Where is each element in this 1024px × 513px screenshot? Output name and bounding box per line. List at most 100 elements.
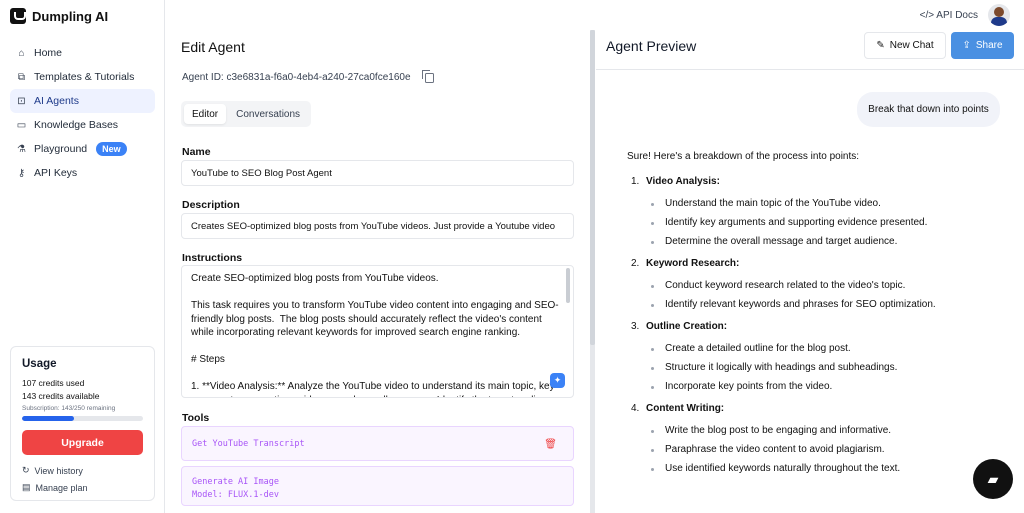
name-label: Name [182, 146, 211, 158]
usage-card: Usage 107 credits used 143 credits avail… [10, 346, 155, 501]
sidebar-item-label: Playground [34, 143, 88, 155]
instructions-line: Create SEO-optimized blog posts from You… [191, 273, 439, 284]
tab-editor[interactable]: Editor [184, 104, 227, 124]
bot-icon: ⊡ [17, 95, 26, 107]
brand-name: Dumpling AI [32, 8, 109, 24]
brand[interactable]: Dumpling AI [10, 8, 108, 24]
manage-plan-label: Manage plan [35, 482, 88, 493]
share-button[interactable]: ⇪ Share [951, 32, 1014, 59]
sidebar-item-knowledge-bases[interactable]: ▭ Knowledge Bases [10, 113, 155, 137]
manage-plan-link[interactable]: ▤ Manage plan [22, 482, 143, 493]
credits-used: 107 credits used [22, 378, 85, 388]
home-icon: ⌂ [18, 47, 25, 59]
tool-card[interactable]: Get YouTube Transcript 🗑 [181, 426, 574, 461]
tab-conversations[interactable]: Conversations [228, 104, 308, 124]
step-title: Outline Creation: [646, 321, 728, 332]
share-icon: ⇪ [962, 40, 971, 51]
share-label: Share [975, 40, 1003, 51]
agent-id: Agent ID: c3e6831a-f6a0-4eb4-a240-27ca0f… [182, 72, 411, 83]
history-icon: ↻ [22, 465, 30, 475]
bullet-point: Conduct keyword research related to the … [651, 280, 1007, 291]
bullet-point: Write the blog post to be engaging and i… [651, 425, 1007, 436]
assistant-message: Sure! Here's a breakdown of the process … [627, 151, 1007, 485]
edit-icon: ✎ [876, 40, 885, 51]
flask-icon: ⚗ [17, 143, 26, 155]
sidebar-item-label: AI Agents [34, 95, 79, 107]
bullet-point: Incorporate key points from the video. [651, 381, 1007, 392]
step-title: Keyword Research: [646, 258, 740, 269]
view-history-label: View history [34, 465, 83, 476]
copy-icon[interactable] [421, 69, 434, 83]
step-number: 2. [631, 258, 640, 269]
instructions-line [191, 340, 564, 354]
step-number: 1. [631, 176, 640, 187]
list-item: 1. Video Analysis: Understand the main to… [627, 176, 1007, 247]
instructions-line [191, 286, 564, 300]
sidebar-item-label: Knowledge Bases [34, 119, 119, 131]
resize-grip[interactable] [590, 30, 595, 345]
instructions-line: # Steps [191, 354, 225, 365]
name-field[interactable]: YouTube to SEO Blog Post Agent [181, 160, 574, 186]
new-badge: New [96, 142, 127, 156]
sidebar-item-api-keys[interactable]: ⚷ API Keys [10, 161, 155, 185]
key-icon: ⚷ [17, 167, 26, 179]
preview-title: Agent Preview [606, 38, 697, 54]
bullet-point: Paraphrase the video content to avoid pl… [651, 444, 1007, 455]
view-history-link[interactable]: ↻ View history [22, 465, 143, 476]
bullet-point: Use identified keywords naturally throug… [651, 463, 1007, 474]
preview-header: Agent Preview ✎ New Chat ⇪ Share [596, 30, 1024, 70]
instructions-line: This task requires you to transform YouT… [191, 300, 559, 338]
chat-icon: ▰ [987, 470, 999, 487]
avatar[interactable] [988, 4, 1010, 26]
edit-agent-panel: Edit Agent Agent ID: c3e6831a-f6a0-4eb4-… [166, 0, 590, 513]
editor-tabs: Editor Conversations [181, 101, 312, 127]
book-icon: ▭ [16, 119, 27, 131]
new-chat-button[interactable]: ✎ New Chat [864, 32, 946, 59]
tool-detail: Model: FLUX.1-dev [192, 490, 279, 500]
chat-widget-button[interactable]: ▰ [973, 459, 1013, 499]
copy-icon: ⧉ [17, 71, 26, 83]
bullet-point: Create a detailed outline for the blog p… [651, 343, 1007, 354]
sidebar-item-label: Templates & Tutorials [34, 71, 135, 83]
usage-title: Usage [22, 358, 57, 370]
textarea-scrollbar[interactable] [566, 268, 570, 303]
subscription-remaining: Subscription: 143/250 remaining [22, 405, 116, 412]
top-right-bar: </> API Docs [920, 4, 1010, 26]
sparkle-icon[interactable]: ✦ [550, 373, 565, 388]
sidebar-nav: ⌂ Home ⧉ Templates & Tutorials ⊡ AI Agen… [10, 41, 155, 185]
instructions-line [191, 367, 564, 381]
sidebar: Dumpling AI ⌂ Home ⧉ Templates & Tutoria… [0, 0, 165, 513]
dumpling-logo-icon [10, 8, 26, 24]
user-message: Break that down into points [857, 92, 1000, 127]
tool-name: Generate AI Image [192, 477, 279, 487]
instructions-textarea[interactable]: Create SEO-optimized blog posts from You… [181, 265, 574, 398]
bullet-point: Structure it logically with headings and… [651, 362, 1007, 373]
api-docs-link[interactable]: </> API Docs [920, 10, 978, 21]
sidebar-item-home[interactable]: ⌂ Home [10, 41, 155, 65]
tool-card[interactable]: Generate AI Image Model: FLUX.1-dev [181, 466, 574, 506]
tools-label: Tools [182, 412, 210, 424]
bullet-point: Identify relevant keywords and phrases f… [651, 299, 1007, 310]
agent-id-row: Agent ID: c3e6831a-f6a0-4eb4-a240-27ca0f… [182, 69, 434, 83]
description-label: Description [182, 199, 240, 211]
bullet-point: Identify key arguments and supporting ev… [651, 217, 1007, 228]
list-item: 2. Keyword Research: Conduct keyword rese… [627, 258, 1007, 310]
list-item: 3. Outline Creation: Create a detailed ou… [627, 321, 1007, 392]
step-title: Content Writing: [646, 403, 725, 414]
upgrade-button[interactable]: Upgrade [22, 430, 143, 455]
new-chat-label: New Chat [889, 40, 934, 51]
sidebar-item-ai-agents[interactable]: ⊡ AI Agents [10, 89, 155, 113]
bullet-point: Determine the overall message and target… [651, 236, 1007, 247]
sidebar-item-templates[interactable]: ⧉ Templates & Tutorials [10, 65, 155, 89]
sidebar-item-playground[interactable]: ⚗ Playground New [10, 137, 155, 161]
answer-intro: Sure! Here's a breakdown of the process … [627, 151, 860, 162]
step-number: 4. [631, 403, 640, 414]
panel-resize-handle[interactable] [590, 30, 595, 513]
sidebar-item-label: API Keys [34, 167, 78, 179]
description-field[interactable]: Creates SEO-optimized blog posts from Yo… [181, 213, 574, 239]
usage-progress-bar [22, 416, 143, 421]
usage-progress-fill [22, 416, 75, 421]
step-number: 3. [631, 321, 640, 332]
trash-icon[interactable]: 🗑 [544, 439, 557, 450]
instructions-line: 1. **Video Analysis:** Analyze the YouTu… [191, 381, 560, 397]
